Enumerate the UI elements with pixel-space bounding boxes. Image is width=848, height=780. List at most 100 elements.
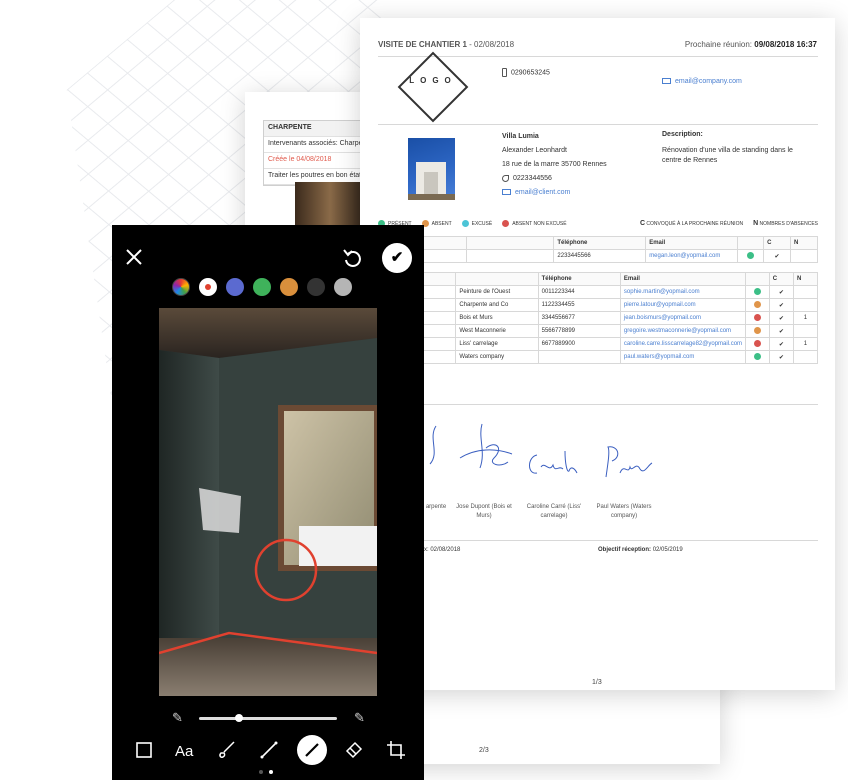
- status-dot: [753, 288, 761, 296]
- page-dot[interactable]: [269, 770, 273, 774]
- annotated-photo[interactable]: [159, 308, 377, 696]
- slider-handle[interactable]: [235, 714, 244, 722]
- close-button[interactable]: [124, 247, 144, 272]
- status-dot: [753, 301, 761, 309]
- attendance-legend: PRÉSENT ABSENT EXCUSÉ ABSENT NON EXCUSÉ …: [378, 220, 818, 227]
- col-email[interactable]: jean.boismurs@yopmail.com: [619, 311, 747, 325]
- signature-2-label: Jose Dupont (Bois et Murs): [456, 504, 512, 519]
- color-palette: [172, 278, 352, 296]
- thick-pen-icon: ✎: [354, 710, 365, 725]
- color-swatch[interactable]: [280, 278, 298, 296]
- color-picker-swatch[interactable]: [172, 278, 190, 296]
- pen-tool[interactable]: [296, 735, 327, 765]
- company-logo: LOGO: [409, 76, 457, 85]
- table-row: Bois et Murs 3344556677 jean.boismurs@yopm…: [359, 311, 819, 325]
- eraser-icon: [346, 741, 363, 759]
- text-tool[interactable]: Aa: [172, 736, 200, 764]
- color-swatch[interactable]: [253, 278, 271, 296]
- col-email[interactable]: paul.waters@yopmail.com: [619, 350, 747, 364]
- brush-icon: [219, 741, 235, 758]
- col-phone: 1122334455: [537, 298, 621, 312]
- signature-1-drawing: [429, 425, 437, 465]
- crop-tool[interactable]: [382, 736, 410, 764]
- line-tool[interactable]: [255, 736, 283, 764]
- brush-tool[interactable]: [213, 736, 241, 764]
- status-dot: [753, 327, 761, 335]
- rectangle-tool[interactable]: [130, 736, 158, 764]
- page-indicator: [259, 770, 273, 774]
- convoque-cell: ✔: [768, 311, 794, 325]
- company-phone: 0290653245: [502, 68, 550, 77]
- col-company: Bois et Murs: [455, 311, 539, 325]
- selected-color-swatch[interactable]: [199, 278, 217, 296]
- slider-track[interactable]: [199, 717, 337, 720]
- absences-cell: [792, 298, 819, 312]
- rectangle-icon: [136, 742, 152, 758]
- table-row: Peinture de l'Ouest 0011223344 sophie.mart…: [359, 285, 819, 299]
- table-header: ENTREPRISES Téléphone Email C N: [359, 272, 819, 286]
- stroke-width-slider[interactable]: ✎ ✎: [172, 709, 372, 727]
- client-email[interactable]: email@client.com: [502, 186, 607, 200]
- next-meeting: Prochaine réunion: 09/08/2018 16:37: [685, 40, 817, 49]
- col-company: Charpente and Co: [455, 298, 539, 312]
- checkmark-icon: ✔: [390, 249, 404, 266]
- legend-n-key: N: [753, 220, 759, 227]
- company-email-text: email@company.com: [675, 78, 742, 85]
- col-email[interactable]: gregoire.westmaconnerie@yopmail.com: [619, 324, 747, 338]
- svg-text:Aa: Aa: [175, 743, 194, 758]
- description-text: Rénovation d'une villa de standing dans …: [662, 147, 793, 164]
- drawing-toolbar: Aa: [130, 735, 410, 765]
- absences-cell: 1: [792, 311, 819, 325]
- status-dot: [753, 353, 761, 361]
- client-info: Villa Lumia Alexander Leonhardt 18 rue d…: [502, 130, 607, 200]
- status-cell: [745, 324, 770, 338]
- page-dot[interactable]: [259, 770, 263, 774]
- confirm-button[interactable]: ✔: [382, 243, 412, 273]
- col-email[interactable]: caroline.carre.lisscarrelage82@yopmail.c…: [619, 337, 747, 351]
- signature-2-drawing: [459, 423, 513, 469]
- col-header: [745, 272, 770, 286]
- report-title: VISITE DE CHANTIER 1 - 02/08/2018: [378, 40, 514, 49]
- legend-n-label: NOMBRES D'ABSENCES: [759, 221, 818, 227]
- eraser-tool[interactable]: [340, 736, 368, 764]
- status-cell: [745, 298, 770, 312]
- convoque-cell: ✔: [768, 350, 794, 364]
- company-email[interactable]: email@company.com: [662, 78, 742, 85]
- color-swatch[interactable]: [334, 278, 352, 296]
- client-name: Villa Lumia: [502, 133, 539, 140]
- text-icon: Aa: [175, 743, 194, 758]
- col-email[interactable]: sophie.martin@yopmail.com: [619, 285, 747, 299]
- col-header: N: [790, 236, 818, 250]
- col-phone: 6677889900: [537, 337, 621, 351]
- absences-cell: 1: [792, 337, 819, 351]
- signature-3-drawing: [529, 450, 578, 474]
- col-header: [465, 236, 555, 250]
- legend-absent: ABSENT: [421, 220, 452, 227]
- status-cell: [745, 285, 770, 299]
- footer-reception-value: 02/05/2019: [652, 547, 683, 553]
- legend-c: C CONVOQUÉ À LA PROCHAINE RÉUNION: [640, 220, 743, 227]
- legend-c-key: C: [639, 220, 645, 227]
- convoque-cell: ✔: [768, 337, 794, 351]
- divider: [378, 124, 818, 125]
- col-email[interactable]: pierre.latour@yopmail.com: [619, 298, 747, 312]
- col-email[interactable]: megan.leon@yopmail.com: [645, 249, 739, 263]
- next-meeting-label: Prochaine réunion:: [684, 40, 753, 49]
- col-company: Peinture de l'Ouest: [455, 285, 539, 299]
- color-swatch[interactable]: [307, 278, 325, 296]
- color-swatch[interactable]: [226, 278, 244, 296]
- legend-c-label: CONVOQUÉ À LA PROCHAINE RÉUNION: [646, 221, 744, 227]
- absences-cell: [792, 350, 819, 364]
- legend-absent-non-excuse: ABSENT NON EXCUSÉ: [502, 220, 567, 227]
- footer-reception-label: Objectif réception:: [598, 547, 652, 553]
- legend-excuse-text: EXCUSÉ: [471, 220, 493, 227]
- col-header: C: [763, 236, 792, 250]
- col-header: Téléphone: [553, 236, 647, 250]
- table-row: dt2233445566megan.leon@yopmail.com✔: [360, 249, 818, 263]
- col-company: West Maconnerie: [455, 324, 539, 338]
- undo-button[interactable]: [342, 247, 364, 274]
- signature-4-drawing: [605, 446, 653, 478]
- absences-cell: [792, 285, 819, 299]
- status-cell: [745, 337, 770, 351]
- absent-non-excused-dot: [502, 220, 510, 227]
